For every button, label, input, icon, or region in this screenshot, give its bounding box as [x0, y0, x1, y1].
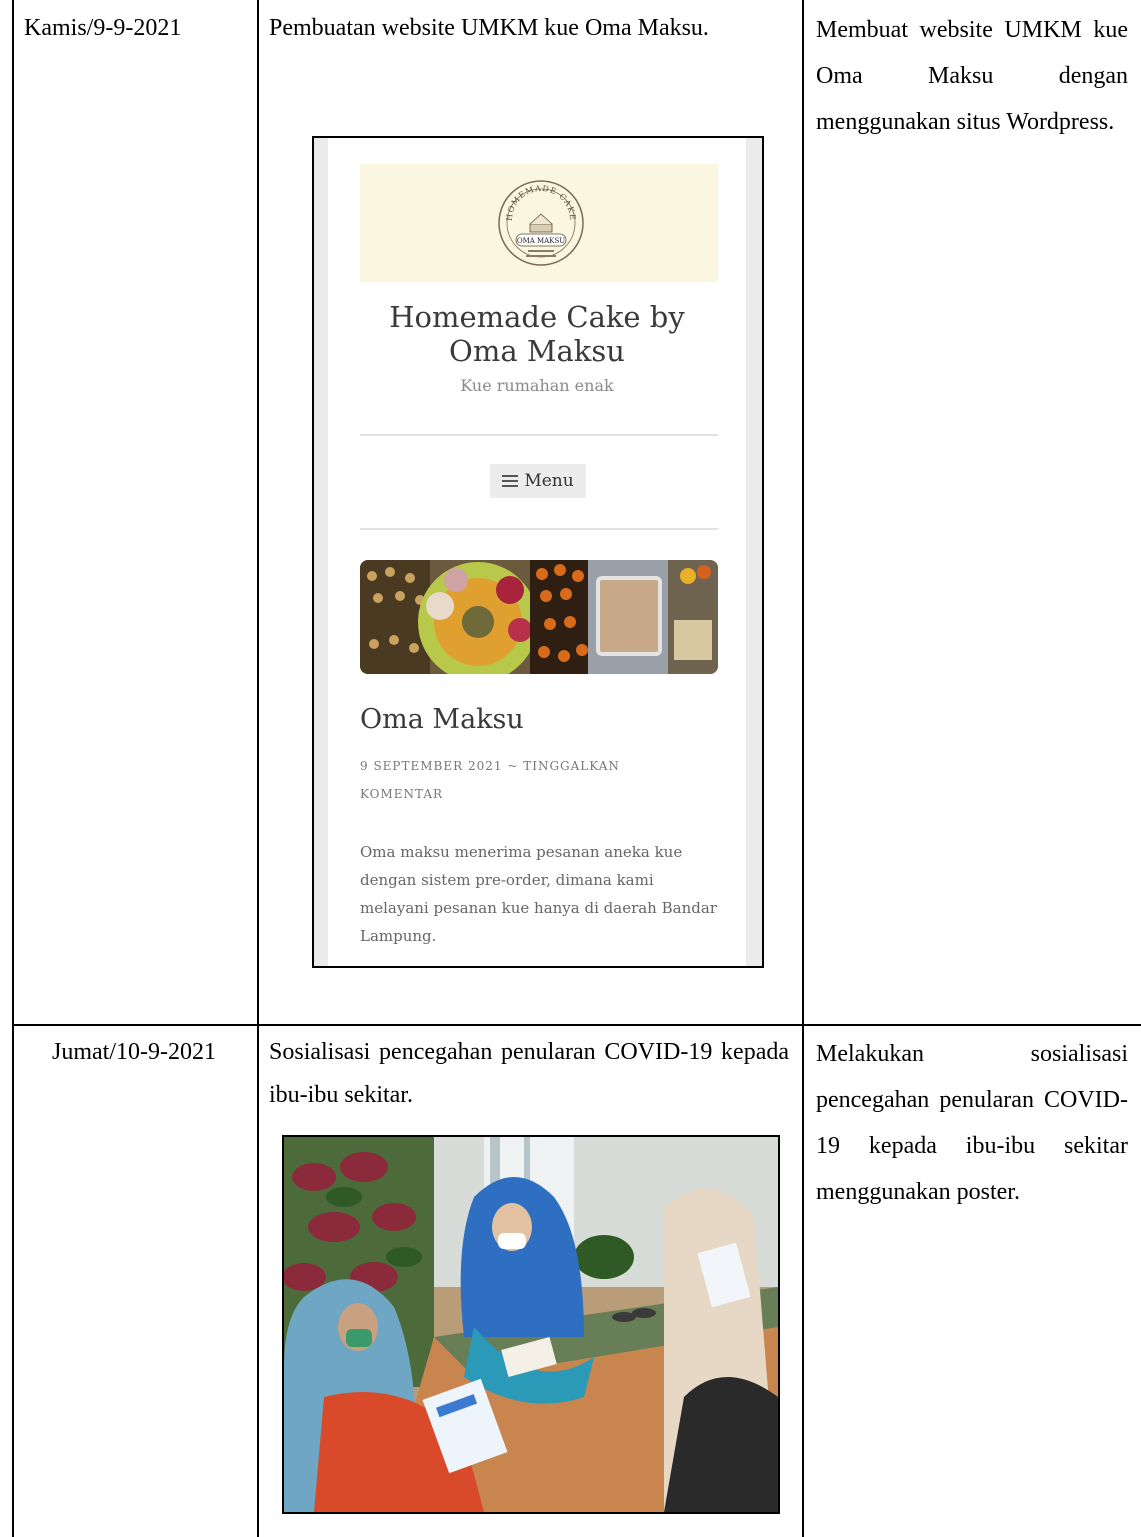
table-border-col2 — [802, 0, 804, 1537]
post-title[interactable]: Oma Maksu — [360, 704, 524, 735]
website-page: HOMEMADE CAKE OMA MAKSU Homemade Cake by… — [328, 138, 746, 966]
row2-result: Melakukan sosialisasi pencegahan penular… — [816, 1041, 1128, 1205]
row1-result: Membuat website UMKM kue Oma Maksu denga… — [816, 17, 1128, 135]
socialization-photo-image — [284, 1137, 778, 1512]
row1-activity: Pembuatan website UMKM kue Oma Maksu. — [269, 15, 709, 41]
site-title[interactable]: Homemade Cake by Oma Maksu — [328, 300, 746, 368]
hamburger-icon — [502, 475, 519, 487]
table-border-col1 — [257, 0, 259, 1537]
socialization-photo — [282, 1135, 780, 1514]
logo-banner-text: OMA MAKSU — [517, 237, 565, 245]
site-tagline: Kue rumahan enak — [460, 376, 614, 395]
row2-activity: Sosialisasi pencegahan penularan COVID-1… — [269, 1039, 789, 1108]
row2-date: Jumat/10-9-2021 — [52, 1039, 216, 1065]
featured-image-collage — [360, 560, 718, 674]
featured-image[interactable] — [360, 560, 718, 674]
post-body: Oma maksu menerima pesanan aneka kue den… — [360, 843, 717, 945]
cake-logo: HOMEMADE CAKE OMA MAKSU — [498, 180, 584, 266]
table-border-row-divider — [12, 1024, 1141, 1026]
site-title-text: Homemade Cake by Oma Maksu — [389, 300, 685, 368]
divider-bottom — [360, 528, 718, 530]
menu-button[interactable]: Menu — [490, 464, 586, 498]
divider-top — [360, 434, 718, 436]
post-meta[interactable]: 9 SEPTEMBER 2021 ~ TINGGALKAN KOMENTAR — [360, 752, 680, 808]
header-image: HOMEMADE CAKE OMA MAKSU — [360, 164, 718, 282]
table-border-left — [12, 0, 14, 1537]
website-screenshot: HOMEMADE CAKE OMA MAKSU Homemade Cake by… — [312, 136, 764, 968]
menu-button-label: Menu — [524, 471, 574, 491]
row1-date: Kamis/9-9-2021 — [24, 15, 182, 41]
